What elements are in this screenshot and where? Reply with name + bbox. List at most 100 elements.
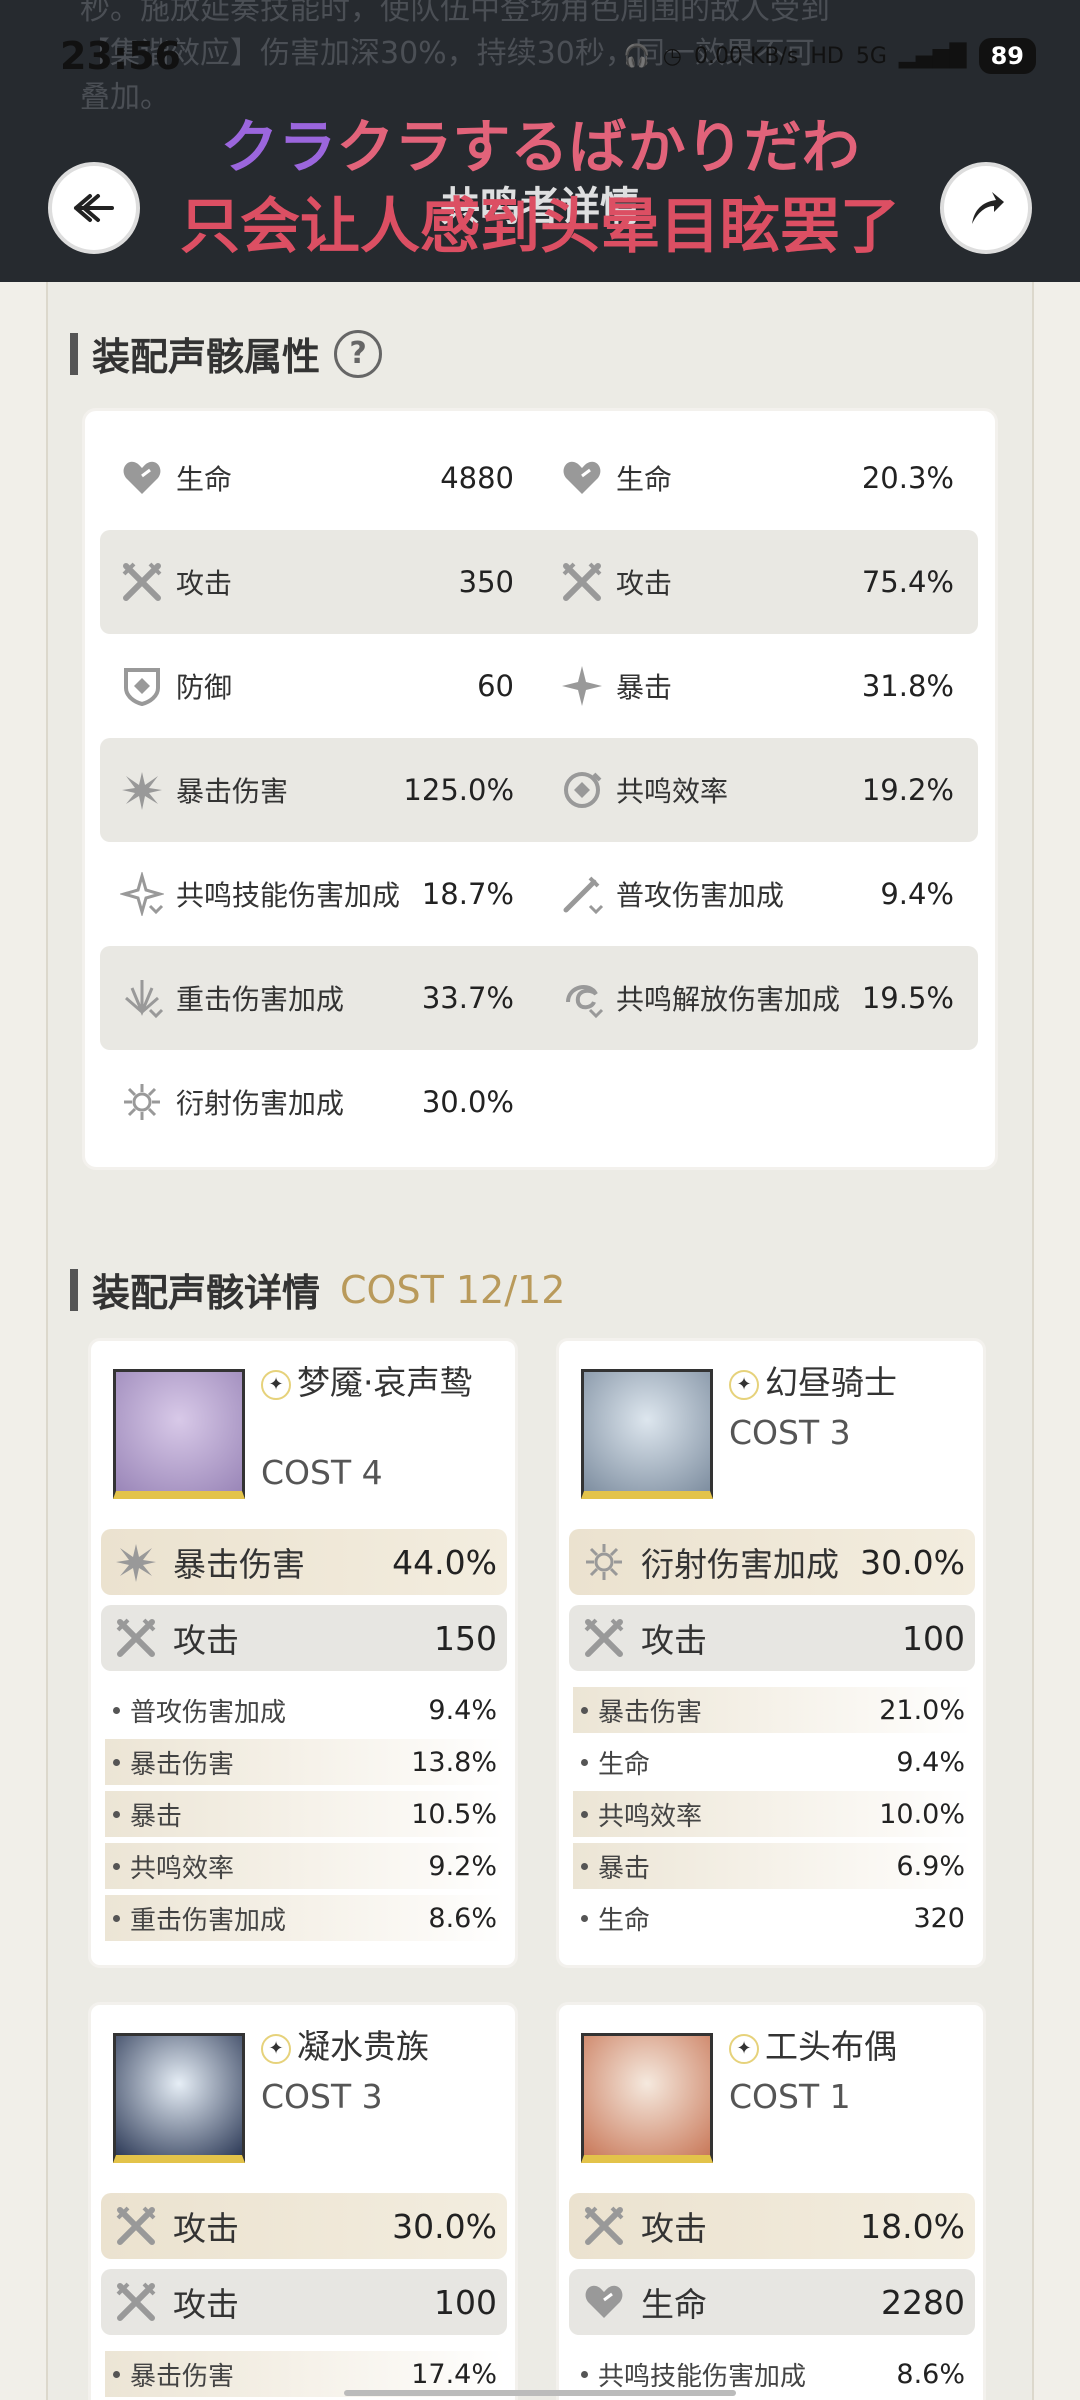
attribute-cell: 衍射伤害加成 30.0% <box>118 1050 514 1154</box>
bullet-dot <box>113 1706 120 1714</box>
sub-stat-label: 生命 <box>598 1905 651 1936</box>
heart-icon <box>558 454 606 502</box>
section-bar <box>70 332 78 375</box>
subtitle-line-1-purple: クラ <box>220 113 337 181</box>
sub-stat-label: 共鸣效率 <box>598 1801 703 1832</box>
status-time: 23:56 <box>60 34 181 78</box>
total-cost: COST 12/12 <box>340 1267 566 1312</box>
crit-star-icon <box>558 662 606 710</box>
attribute-row: 重击伤害加成 33.7% 共鸣解放伤害加成 19.5% <box>100 946 978 1050</box>
attribute-label: 生命 <box>616 463 673 496</box>
echo-name: ✦ 工头布偶 <box>729 2027 975 2067</box>
attribute-cell: 攻击 350 <box>118 530 514 634</box>
status-bar-right: 🎧 ◷ 0.00 KB/s HD 5G ▂▄▆█ 89 <box>623 38 1036 74</box>
sub-stat-value: 13.8% <box>411 1746 497 1778</box>
sub-stat-value: 9.2% <box>428 1850 497 1882</box>
alarm-icon: ◷ <box>662 43 682 69</box>
attribute-cell: 防御 60 <box>118 634 514 738</box>
main-stat-value: 100 <box>434 2282 497 2322</box>
echo-portrait <box>113 2033 245 2163</box>
attr-section-title: 装配声骸属性 <box>92 335 321 379</box>
echo-card[interactable]: ✦ 工头布偶 COST 1 攻击 18.0% 生命 2280 共鸣技能伤害加成 8.6% <box>556 2002 986 2400</box>
share-button[interactable] <box>940 162 1032 254</box>
heart-icon <box>118 454 166 502</box>
help-button[interactable]: ? <box>334 329 383 378</box>
sub-stat-label: 生命 <box>598 1749 651 1780</box>
attribute-label: 共鸣解放伤害加成 <box>616 983 841 1016</box>
main-stat: 衍射伤害加成 30.0% <box>569 1529 975 1595</box>
bars-icon: ▂▄▆█ <box>898 43 967 69</box>
attribute-value: 60 <box>477 669 514 703</box>
sub-stat: 重击伤害加成 8.6% <box>105 1895 505 1941</box>
echo-card[interactable]: ✦ 幻昼骑士 COST 3 衍射伤害加成 30.0% 攻击 100 暴击伤害 21.0% 生命 9.… <box>556 1338 986 1968</box>
sub-stat-label: 暴击伤害 <box>130 2361 235 2392</box>
main-stat-label: 攻击 <box>173 2209 239 2248</box>
attribute-cell: 暴击 31.8% <box>558 634 954 738</box>
attribute-value: 350 <box>458 565 514 599</box>
home-indicator[interactable] <box>344 2390 736 2396</box>
sonata-set-icon: ✦ <box>729 1369 759 1400</box>
main-stat-label: 攻击 <box>173 1621 239 1660</box>
attribute-label: 攻击 <box>616 567 673 600</box>
attribute-label: 共鸣效率 <box>616 775 729 808</box>
energy-regen-icon <box>558 766 606 814</box>
echo-card[interactable]: ✦ 梦魇·哀声鸷 COST 4 暴击伤害 44.0% 攻击 150 普攻伤害加成 9.4% 暴击伤… <box>88 1338 518 1968</box>
basic-attack-icon <box>558 870 606 918</box>
sub-stat-value: 8.6% <box>896 2358 965 2390</box>
subtitle-line-1-rest: クラするばかりだわ <box>336 113 860 181</box>
sub-stat-value: 9.4% <box>428 1694 497 1726</box>
sub-stat-value: 6.9% <box>896 1850 965 1882</box>
attribute-row: 衍射伤害加成 30.0% <box>100 1050 978 1154</box>
bullet-dot <box>581 1810 588 1818</box>
echo-name: ✦ 凝水贵族 <box>261 2027 507 2067</box>
attribute-value: 125.0% <box>403 773 514 807</box>
sub-stat: 暴击伤害 13.8% <box>105 1739 505 1785</box>
sub-stat-label: 普攻伤害加成 <box>130 1697 287 1728</box>
echo-card[interactable]: ✦ 凝水贵族 COST 3 攻击 30.0% 攻击 100 暴击伤害 17.4% <box>88 2002 518 2400</box>
network-speed: 0.00 KB/s <box>694 43 799 69</box>
echo-cost: COST 1 <box>729 2077 851 2116</box>
sub-stat-value: 320 <box>913 1902 965 1934</box>
headphones-icon: 🎧 <box>623 43 651 69</box>
attribute-value: 33.7% <box>421 981 514 1015</box>
heart-icon <box>579 2277 629 2327</box>
echo-portrait <box>581 2033 713 2163</box>
main-stat-value: 150 <box>434 1618 497 1658</box>
back-arrow-icon <box>74 194 114 222</box>
attribute-label: 防御 <box>176 671 233 704</box>
sonata-set-icon: ✦ <box>261 1369 291 1400</box>
attribute-cell: 暴击伤害 125.0% <box>118 738 514 842</box>
attribute-value: 9.4% <box>880 877 954 911</box>
main-stat-label: 攻击 <box>641 2209 707 2248</box>
attribute-value: 19.5% <box>861 981 954 1015</box>
attr-section-header: 装配声骸属性 ? <box>70 326 383 381</box>
echo-portrait <box>113 1369 245 1499</box>
share-arrow-icon <box>972 192 1004 224</box>
back-button[interactable] <box>48 162 140 254</box>
attribute-row: 共鸣技能伤害加成 18.7% 普攻伤害加成 9.4% <box>100 842 978 946</box>
sub-stat-label: 重击伤害加成 <box>130 1905 287 1936</box>
crossed-swords-icon <box>579 2201 629 2251</box>
sonata-set-icon: ✦ <box>261 2033 291 2064</box>
crossed-swords-icon <box>111 2277 161 2327</box>
section-bar <box>70 1268 78 1311</box>
secondary-main-stat: 攻击 150 <box>101 1605 507 1671</box>
bullet-dot <box>581 1758 588 1766</box>
attribute-value: 75.4% <box>861 565 954 599</box>
signal-icon: 5G <box>855 43 887 69</box>
echo-name-text: 凝水贵族 <box>297 2027 429 2066</box>
sub-stat-value: 10.0% <box>879 1798 965 1830</box>
bullet-dot <box>113 1810 120 1818</box>
attribute-label: 重击伤害加成 <box>176 983 345 1016</box>
liberation-icon <box>558 974 606 1022</box>
subtitle-line-1: クラクラするばかりだわ <box>0 100 1080 184</box>
echo-cost: COST 4 <box>261 1453 383 1492</box>
attribute-cell: 共鸣技能伤害加成 18.7% <box>118 842 514 946</box>
sub-stat-value: 17.4% <box>411 2358 497 2390</box>
sub-stat: 共鸣效率 9.2% <box>105 1843 505 1889</box>
attribute-label: 暴击伤害 <box>176 775 289 808</box>
main-stat-value: 2280 <box>881 2282 965 2322</box>
attribute-value: 18.7% <box>421 877 514 911</box>
attribute-label: 衍射伤害加成 <box>176 1087 345 1120</box>
sub-stat-value: 21.0% <box>879 1694 965 1726</box>
